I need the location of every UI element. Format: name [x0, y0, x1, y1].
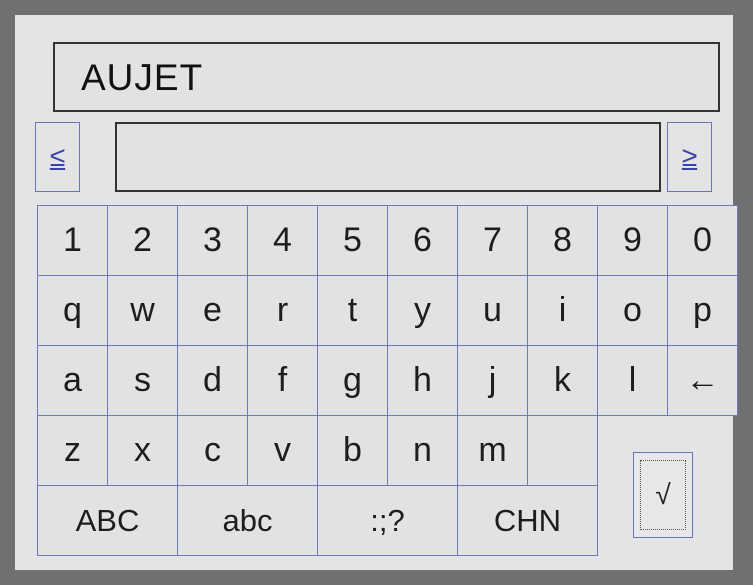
key-row1-8[interactable]: 9	[597, 205, 668, 276]
key-row2-3[interactable]: r	[247, 275, 318, 346]
key-mode-0[interactable]: ABC	[37, 485, 178, 556]
key-row4-0[interactable]: z	[37, 415, 108, 486]
key-row1-5[interactable]: 6	[387, 205, 458, 276]
key-row1-6[interactable]: 7	[457, 205, 528, 276]
key-row2-4[interactable]: t	[317, 275, 388, 346]
key-row2-0[interactable]: q	[37, 275, 108, 346]
key-row1-7[interactable]: 8	[527, 205, 598, 276]
key-row2-8[interactable]: o	[597, 275, 668, 346]
key-row2-7[interactable]: i	[527, 275, 598, 346]
prev-label: ≤	[49, 141, 66, 172]
next-label: ≥	[681, 141, 698, 172]
key-mode-2[interactable]: :;?	[317, 485, 458, 556]
key-row4-1[interactable]: x	[107, 415, 178, 486]
key-row4-5[interactable]: n	[387, 415, 458, 486]
key-blank	[527, 415, 598, 486]
key-row1-9[interactable]: 0	[667, 205, 738, 276]
key-row3-9[interactable]: ←	[667, 345, 738, 416]
key-row3-7[interactable]: k	[527, 345, 598, 416]
key-row4-4[interactable]: b	[317, 415, 388, 486]
key-row3-4[interactable]: g	[317, 345, 388, 416]
key-row2-1[interactable]: w	[107, 275, 178, 346]
key-row1-3[interactable]: 4	[247, 205, 318, 276]
key-row4-6[interactable]: m	[457, 415, 528, 486]
prev-candidates-button[interactable]: ≤	[35, 122, 80, 192]
key-row4-2[interactable]: c	[177, 415, 248, 486]
key-grid: 1 2 3 4 5 6 7 8 9 0 q w e r t y u i o p a s d f g h j k l ← z x c v b n m ABC…	[37, 205, 738, 557]
key-row3-8[interactable]: l	[597, 345, 668, 416]
key-row4-3[interactable]: v	[247, 415, 318, 486]
checkmark-icon: √	[640, 460, 686, 530]
key-row2-9[interactable]: p	[667, 275, 738, 346]
confirm-button[interactable]: √	[633, 452, 693, 538]
key-row2-2[interactable]: e	[177, 275, 248, 346]
key-row3-0[interactable]: a	[37, 345, 108, 416]
key-row1-0[interactable]: 1	[37, 205, 108, 276]
key-row3-3[interactable]: f	[247, 345, 318, 416]
key-row3-5[interactable]: h	[387, 345, 458, 416]
keyboard-panel: AUJET ≤ ≥ 1 2 3 4 5 6 7 8 9 0 q w e r t y u i o p a s d f g h j k l ←…	[15, 15, 738, 570]
key-row1-4[interactable]: 5	[317, 205, 388, 276]
key-mode-3[interactable]: CHN	[457, 485, 598, 556]
key-mode-1[interactable]: abc	[177, 485, 318, 556]
next-candidates-button[interactable]: ≥	[667, 122, 712, 192]
key-row3-6[interactable]: j	[457, 345, 528, 416]
key-row1-1[interactable]: 2	[107, 205, 178, 276]
text-input-display[interactable]: AUJET	[53, 42, 720, 112]
key-row3-2[interactable]: d	[177, 345, 248, 416]
candidate-bar[interactable]	[115, 122, 661, 192]
key-row1-2[interactable]: 3	[177, 205, 248, 276]
key-row2-6[interactable]: u	[457, 275, 528, 346]
key-row3-1[interactable]: s	[107, 345, 178, 416]
key-row2-5[interactable]: y	[387, 275, 458, 346]
